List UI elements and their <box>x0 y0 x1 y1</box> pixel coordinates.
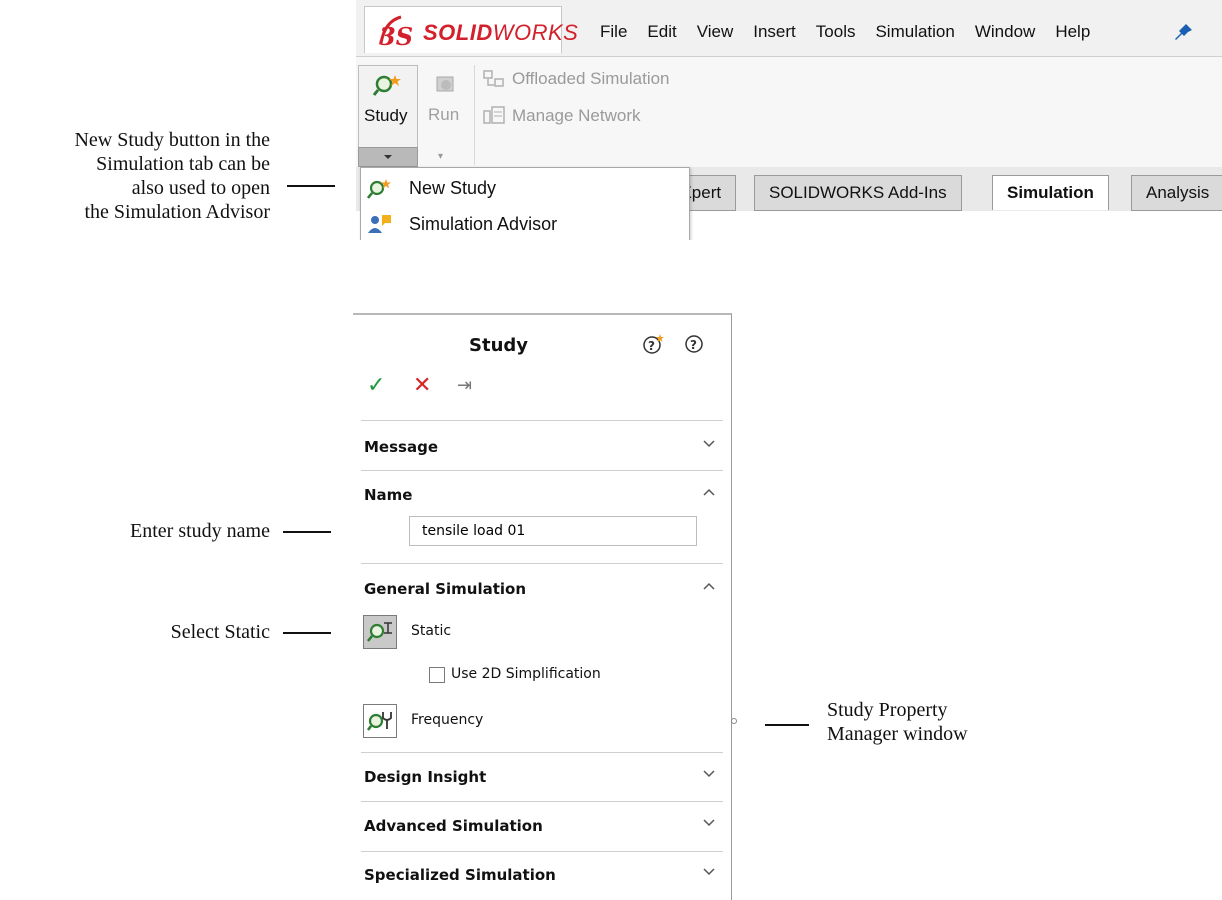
study-dropdown-menu: New Study Simulation Advisor <box>360 167 690 240</box>
tab-simulation[interactable]: Simulation <box>992 175 1109 210</box>
tab-solidworks-add-ins[interactable]: SOLIDWORKS Add-Ins <box>754 175 962 211</box>
chevron-down-icon[interactable] <box>703 770 715 778</box>
study-icon <box>373 75 401 96</box>
manage-network-label: Manage Network <box>512 106 641 125</box>
pushpin-icon[interactable]: ⇥ <box>457 375 472 396</box>
pin-icon[interactable] <box>1174 22 1194 42</box>
logo-wordmark: SOLIDWORKS <box>423 20 578 46</box>
section-name[interactable]: Name <box>364 486 412 504</box>
cancel-button[interactable]: ✕ <box>413 373 431 398</box>
new-study-label: New Study <box>409 178 497 198</box>
divider <box>361 470 723 471</box>
study-label: Study <box>364 106 408 125</box>
menu-item-new-study[interactable]: New Study <box>361 170 689 206</box>
section-advanced-simulation[interactable]: Advanced Simulation <box>364 817 543 835</box>
section-design-insight[interactable]: Design Insight <box>364 768 486 786</box>
frequency-label: Frequency <box>411 712 484 728</box>
logo-solid: SOLID <box>423 20 493 45</box>
menu-insert[interactable]: Insert <box>753 22 796 42</box>
static-study-button[interactable] <box>363 615 397 649</box>
ribbon: Study Run ▾ Offloaded Simulation Manage … <box>356 57 1222 167</box>
svg-text:?: ? <box>690 338 697 352</box>
annotation-pm-line-1: Study Property <box>827 699 948 721</box>
ok-button[interactable]: ✓ <box>367 373 385 398</box>
ribbon-separator <box>474 65 475 165</box>
study-property-manager: Study ? ? ✓ ✕ ⇥ Message Name General Sim… <box>353 313 732 900</box>
tab-analysis[interactable]: Analysis <box>1131 175 1222 211</box>
help-icon[interactable]: ? <box>683 333 705 355</box>
run-button[interactable]: Run <box>422 65 472 147</box>
divider <box>361 752 723 753</box>
study-dropdown-arrow[interactable] <box>358 147 418 167</box>
chevron-down-icon <box>384 155 392 159</box>
run-icon <box>436 76 454 92</box>
whats-new-help-icon[interactable]: ? <box>643 333 665 355</box>
menu-simulation[interactable]: Simulation <box>875 22 954 42</box>
menu-file[interactable]: File <box>600 22 627 42</box>
chevron-down-icon[interactable] <box>703 440 715 448</box>
section-specialized-simulation[interactable]: Specialized Simulation <box>364 866 556 884</box>
ds-logo-icon: 3S <box>379 15 413 51</box>
annotation-line-4: the Simulation Advisor <box>84 201 270 223</box>
annotation-enter-name: Enter study name <box>130 520 270 542</box>
simulation-advisor-label: Simulation Advisor <box>409 214 558 234</box>
menu-items: File Edit View Insert Tools Simulation W… <box>600 22 1110 42</box>
menu-bar: 3S SOLIDWORKS File Edit View Insert Tool… <box>356 0 1222 57</box>
chevron-up-icon[interactable] <box>703 582 715 590</box>
panel-resize-handle-icon[interactable] <box>731 712 737 730</box>
study-button[interactable]: Study <box>358 65 418 149</box>
menu-help[interactable]: Help <box>1055 22 1090 42</box>
divider <box>361 851 723 852</box>
simulation-advisor-icon <box>368 215 391 233</box>
leader-line-select-static <box>283 632 331 634</box>
section-general-simulation[interactable]: General Simulation <box>364 580 526 598</box>
annotation-line-3: also used to open <box>131 177 270 199</box>
frequency-study-button[interactable] <box>363 704 397 738</box>
svg-text:3S: 3S <box>379 22 413 51</box>
tab-label: SOLIDWORKS Add-Ins <box>769 183 947 202</box>
use-2d-simplification-label: Use 2D Simplification <box>451 666 601 682</box>
page-title: Study <box>469 335 529 356</box>
annotation-line-1: New Study button in the <box>74 129 270 151</box>
solidworks-logo[interactable]: 3S SOLIDWORKS <box>364 6 578 53</box>
static-icon <box>367 622 392 642</box>
annotation-pm-line-2: Manager window <box>827 723 968 745</box>
run-dropdown-arrow[interactable]: ▾ <box>438 151 443 162</box>
static-label: Static <box>411 623 452 639</box>
tab-label: Analysis <box>1146 183 1210 202</box>
study-name-input[interactable] <box>409 516 697 546</box>
frequency-icon <box>367 712 392 731</box>
menu-tools[interactable]: Tools <box>816 22 856 42</box>
use-2d-simplification-checkbox[interactable] <box>429 667 445 683</box>
chevron-down-icon[interactable] <box>703 868 715 876</box>
annotation-select-static: Select Static <box>170 621 270 643</box>
menu-view[interactable]: View <box>697 22 734 42</box>
network-icon <box>483 106 505 124</box>
annotation-property-manager: Study Property Manager window <box>827 698 1047 746</box>
leader-line-enter-name <box>283 531 331 533</box>
offloaded-simulation-label: Offloaded Simulation <box>512 69 670 88</box>
menu-item-simulation-advisor[interactable]: Simulation Advisor <box>361 206 689 240</box>
chevron-down-icon[interactable] <box>703 819 715 827</box>
offload-icon <box>483 70 504 87</box>
logo-works: WORKS <box>492 20 579 45</box>
menu-window[interactable]: Window <box>975 22 1035 42</box>
divider <box>361 420 723 421</box>
tab-label: Simulation <box>1007 183 1094 202</box>
leader-line-new-study <box>287 185 335 187</box>
menu-edit[interactable]: Edit <box>647 22 676 42</box>
chevron-up-icon[interactable] <box>703 488 715 496</box>
svg-text:?: ? <box>648 339 655 353</box>
section-message[interactable]: Message <box>364 438 438 456</box>
divider <box>361 801 723 802</box>
annotation-new-study: New Study button in the Simulation tab c… <box>10 128 270 224</box>
solidworks-window: 3S SOLIDWORKS File Edit View Insert Tool… <box>356 0 1222 240</box>
divider <box>361 563 723 564</box>
leader-line-property-manager <box>765 724 809 726</box>
run-label: Run <box>428 105 460 124</box>
annotation-line-2: Simulation tab can be <box>96 153 270 175</box>
new-study-icon <box>367 179 391 199</box>
